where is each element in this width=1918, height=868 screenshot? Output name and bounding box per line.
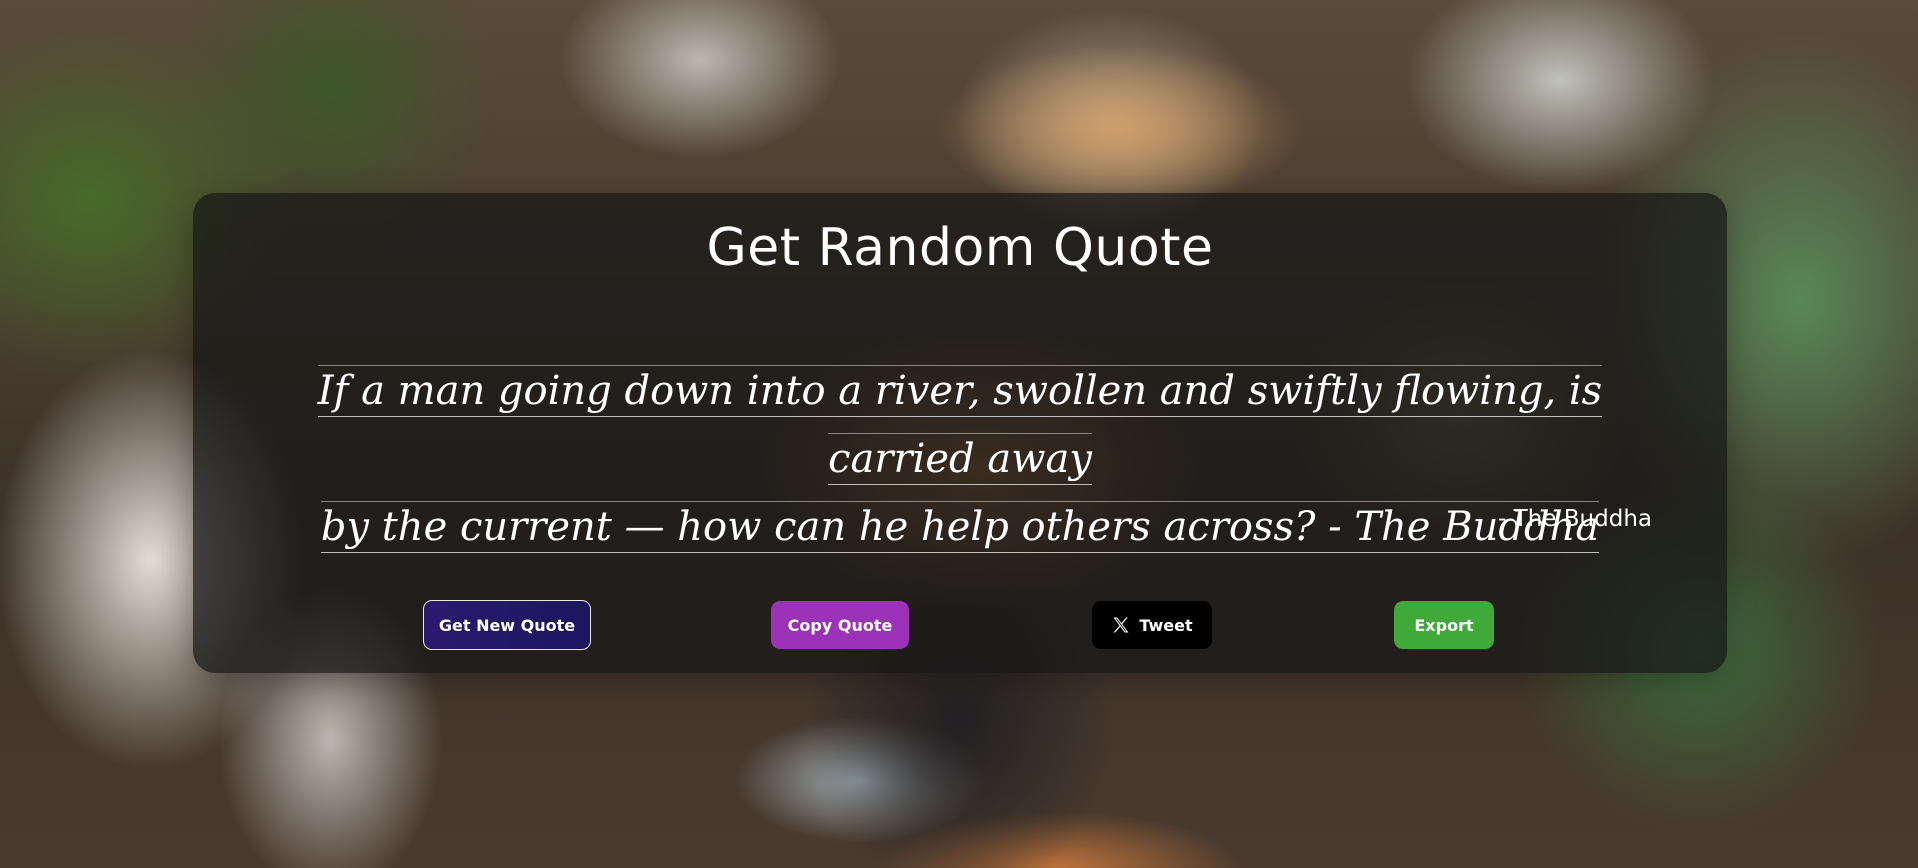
copy-quote-label: Copy Quote <box>787 615 893 635</box>
get-new-quote-button[interactable]: Get New Quote <box>423 600 591 650</box>
quote-text-line-1: If a man going down into a river, swolle… <box>317 365 1603 485</box>
tweet-label: Tweet <box>1139 615 1193 635</box>
export-label: Export <box>1414 615 1474 635</box>
quote-text: If a man going down into a river, swolle… <box>253 357 1667 561</box>
quote-card: Get Random Quote If a man going down int… <box>193 193 1727 673</box>
tweet-button[interactable]: Tweet <box>1092 601 1212 649</box>
copy-quote-button[interactable]: Copy Quote <box>771 601 909 649</box>
export-button[interactable]: Export <box>1394 601 1494 649</box>
quote-author: - The Buddha <box>1498 506 1652 532</box>
action-bar: Get New Quote Copy Quote Tweet Export <box>193 600 1727 653</box>
get-new-quote-label: Get New Quote <box>438 615 576 635</box>
quote-text-line-2: by the current — how can he help others … <box>320 501 1600 553</box>
x-logo-icon <box>1113 617 1129 633</box>
page-title: Get Random Quote <box>706 218 1214 278</box>
